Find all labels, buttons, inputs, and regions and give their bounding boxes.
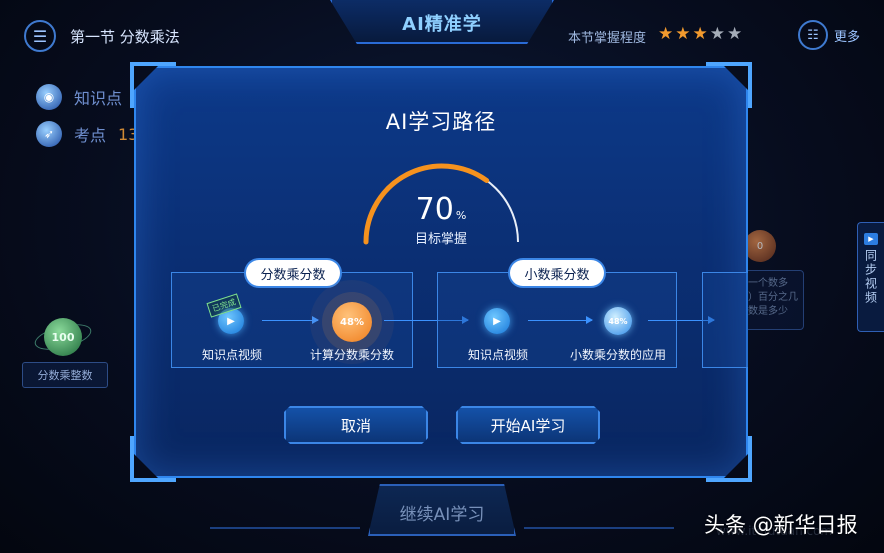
progress-orb[interactable]: 48% <box>332 302 372 342</box>
gauge-value: 70% <box>134 192 748 227</box>
star-empty-icon: ★ <box>727 24 745 44</box>
corner-decoration <box>130 436 176 482</box>
globe-icon: ◉ <box>36 84 62 110</box>
dialog-title: AI学习路径 <box>385 110 497 134</box>
top-bar: ☰ 第一节 分数乘法 AI精准学 本节掌握程度 ★★★★★ ☷ 更多 <box>0 0 884 70</box>
ai-learning-path-dialog: AI学习路径 70% 目标掌握 分数乘分数 ▶ 已完成 知识点视频 48% 计算… <box>130 62 752 482</box>
exam-point-stat[interactable]: ➶ 考点 13 <box>36 121 138 147</box>
play-icon[interactable]: ▶ <box>484 308 510 334</box>
path-group <box>702 272 748 368</box>
star-empty-icon: ★ <box>709 24 727 44</box>
exam-point-label: 考点 <box>74 126 107 145</box>
star-filled-icon: ★ <box>658 24 676 44</box>
node-tag[interactable]: 分数乘整数 <box>22 362 108 388</box>
progress-orb[interactable]: 48% <box>604 307 632 335</box>
base-divider <box>524 527 674 553</box>
base-divider <box>210 527 360 553</box>
mastery-node[interactable]: 100 <box>44 318 82 356</box>
menu-icon[interactable]: ☰ <box>24 20 56 52</box>
app-title: AI精准学 <box>402 14 482 35</box>
mastery-label: 本节掌握程度 <box>568 31 647 46</box>
mastery-node[interactable]: 0 <box>744 230 776 262</box>
more-label[interactable]: 更多 <box>834 26 860 45</box>
star-filled-icon: ★ <box>692 24 710 44</box>
flow-arrow <box>528 316 593 324</box>
gauge-caption: 目标掌握 <box>414 232 467 247</box>
group-label: 小数乘分数 <box>510 260 604 286</box>
corner-decoration <box>706 62 752 108</box>
step-label: 知识点视频 <box>201 348 262 362</box>
step-label: 知识点视频 <box>467 348 528 362</box>
corner-decoration <box>706 436 752 482</box>
gauge-percent: 70 <box>415 192 454 227</box>
watermark: 头条 @新华日报 <box>704 513 858 537</box>
cancel-button[interactable]: 取消 <box>284 406 428 444</box>
star-filled-icon: ★ <box>675 24 693 44</box>
section-title: 第一节 分数乘法 <box>70 28 180 46</box>
more-icon[interactable]: ☷ <box>798 20 828 50</box>
flow-arrow <box>262 316 319 324</box>
step-label: 计算分数乘分数 <box>309 348 394 362</box>
step-label: 小数乘分数的应用 <box>569 348 666 362</box>
knowledge-point-stat[interactable]: ◉ 知识点 8 <box>36 84 144 110</box>
sync-video-label: 同步视频 <box>863 249 878 305</box>
video-icon: ▶ <box>864 233 878 245</box>
corner-decoration <box>130 62 176 108</box>
gauge-unit: % <box>455 209 467 222</box>
start-ai-learning-button[interactable]: 开始AI学习 <box>456 406 600 444</box>
sync-video-tab[interactable]: ▶ 同步视频 <box>857 222 884 332</box>
rocket-icon: ➶ <box>36 121 62 147</box>
continue-ai-learning-button[interactable]: 继续AI学习 <box>368 500 516 525</box>
group-label: 分数乘分数 <box>246 260 340 286</box>
mastery-stars: ★★★★★ <box>658 24 744 44</box>
knowledge-point-label: 知识点 <box>74 89 123 108</box>
